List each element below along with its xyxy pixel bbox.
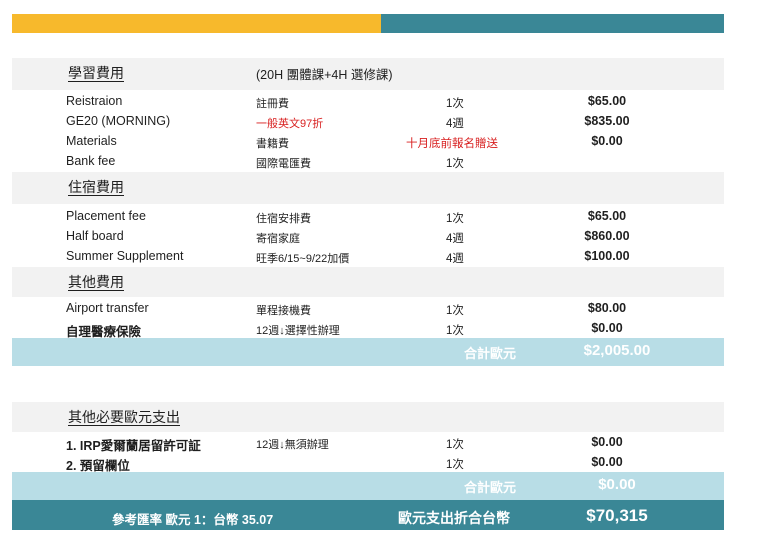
table-row: Materials 書籍費 十月底前報名贈送 $0.00 [12, 131, 724, 151]
table-row: Placement fee 住宿安排費 1次 $65.00 [12, 206, 724, 226]
section-title: 學習費用 [68, 65, 124, 81]
section-header-accommodation: 住宿費用 [12, 172, 724, 204]
subtotal-row: 合計歐元 $0.00 [12, 472, 724, 500]
item-name: GE20 (MORNING) [66, 114, 171, 128]
item-amount: $65.00 [587, 94, 627, 108]
item-name: Materials [66, 134, 117, 148]
top-accent-bar-yellow [12, 14, 381, 33]
item-amount: $80.00 [587, 301, 627, 315]
item-desc: 12週↓選擇性辦理 [256, 325, 340, 337]
table-row: 2. 預留欄位 1次 $0.00 [12, 452, 724, 473]
item-qty: 1次 [446, 439, 464, 451]
item-desc: 國際電匯費 [256, 158, 311, 170]
section-title: 其他費用 [68, 274, 124, 290]
item-promo: 十月底前報名贈送 [406, 138, 498, 150]
item-desc: 註冊費 [256, 98, 289, 110]
section-header-necessary: 其他必要歐元支出 [12, 402, 724, 432]
item-desc: 書籍費 [256, 138, 289, 150]
item-name: Reistraion [66, 94, 123, 108]
table-row: Bank fee 國際電匯費 1次 [12, 151, 724, 171]
item-qty: 4週 [446, 253, 464, 265]
table-row: Reistraion 註冊費 1次 $65.00 [12, 91, 724, 111]
item-amount: $0.00 [591, 455, 623, 469]
exchange-rate: 參考匯率 歐元 1：台幣 35.07 [112, 513, 274, 527]
table-row: Airport transfer 單程接機費 1次 $80.00 [12, 298, 724, 318]
item-desc: 12週↓無須辦理 [256, 439, 329, 451]
item-desc: 單程接機費 [256, 305, 311, 317]
item-qty: 4週 [446, 233, 464, 245]
item-amount: $65.00 [587, 209, 627, 223]
item-qty: 1次 [446, 98, 464, 110]
item-qty: 1次 [446, 158, 464, 170]
table-row: Half board 寄宿家庭 4週 $860.00 [12, 226, 724, 246]
item-amount: $860.00 [584, 229, 630, 243]
item-name: Bank fee [66, 154, 116, 168]
item-name: Placement fee [66, 209, 146, 223]
section-header-tuition: 學習費用 (20H 團體課+4H 選修課) [12, 58, 724, 90]
item-amount: $100.00 [584, 249, 630, 263]
grand-total-label: 歐元支出折合台幣 [398, 510, 510, 526]
grand-total-row: 參考匯率 歐元 1：台幣 35.07 歐元支出折合台幣 $70,315 [12, 500, 724, 530]
item-desc: 旺季6/15~9/22加價 [256, 253, 350, 265]
item-qty: 1次 [446, 459, 464, 471]
subtotal-value: $2,005.00 [583, 342, 651, 359]
item-amount: $835.00 [584, 114, 630, 128]
item-name: Airport transfer [66, 301, 149, 315]
item-qty: 1次 [446, 325, 464, 337]
subtotal-row: 合計歐元 $2,005.00 [12, 338, 724, 366]
table-row: 1. IRP愛爾蘭居留許可証 12週↓無須辦理 1次 $0.00 [12, 432, 724, 453]
section-title: 其他必要歐元支出 [68, 409, 180, 425]
item-name: Half board [66, 229, 124, 243]
section-note: (20H 團體課+4H 選修課) [256, 68, 393, 82]
item-amount: $0.00 [591, 134, 623, 148]
table-row: GE20 (MORNING) 一般英文97折 4週 $835.00 [12, 111, 724, 131]
item-qty: 4週 [446, 118, 464, 130]
item-amount: $0.00 [591, 321, 623, 335]
table-row: Summer Supplement 旺季6/15~9/22加價 4週 $100.… [12, 246, 724, 266]
top-accent-bar-teal [381, 14, 724, 33]
item-desc: 寄宿家庭 [256, 233, 300, 245]
subtotal-value: $0.00 [598, 476, 636, 493]
item-desc: 一般英文97折 [256, 118, 324, 130]
section-title: 住宿費用 [68, 179, 124, 195]
section-header-other: 其他費用 [12, 267, 724, 297]
item-desc: 住宿安排費 [256, 213, 311, 225]
item-amount: $0.00 [591, 435, 623, 449]
item-qty: 1次 [446, 305, 464, 317]
grand-total-value: $70,315 [586, 506, 648, 525]
item-name: Summer Supplement [66, 249, 184, 263]
subtotal-label: 合計歐元 [464, 480, 517, 495]
table-row: 自理醫療保險 12週↓選擇性辦理 1次 $0.00 [12, 318, 724, 339]
item-qty: 1次 [446, 213, 464, 225]
subtotal-label: 合計歐元 [464, 346, 517, 361]
